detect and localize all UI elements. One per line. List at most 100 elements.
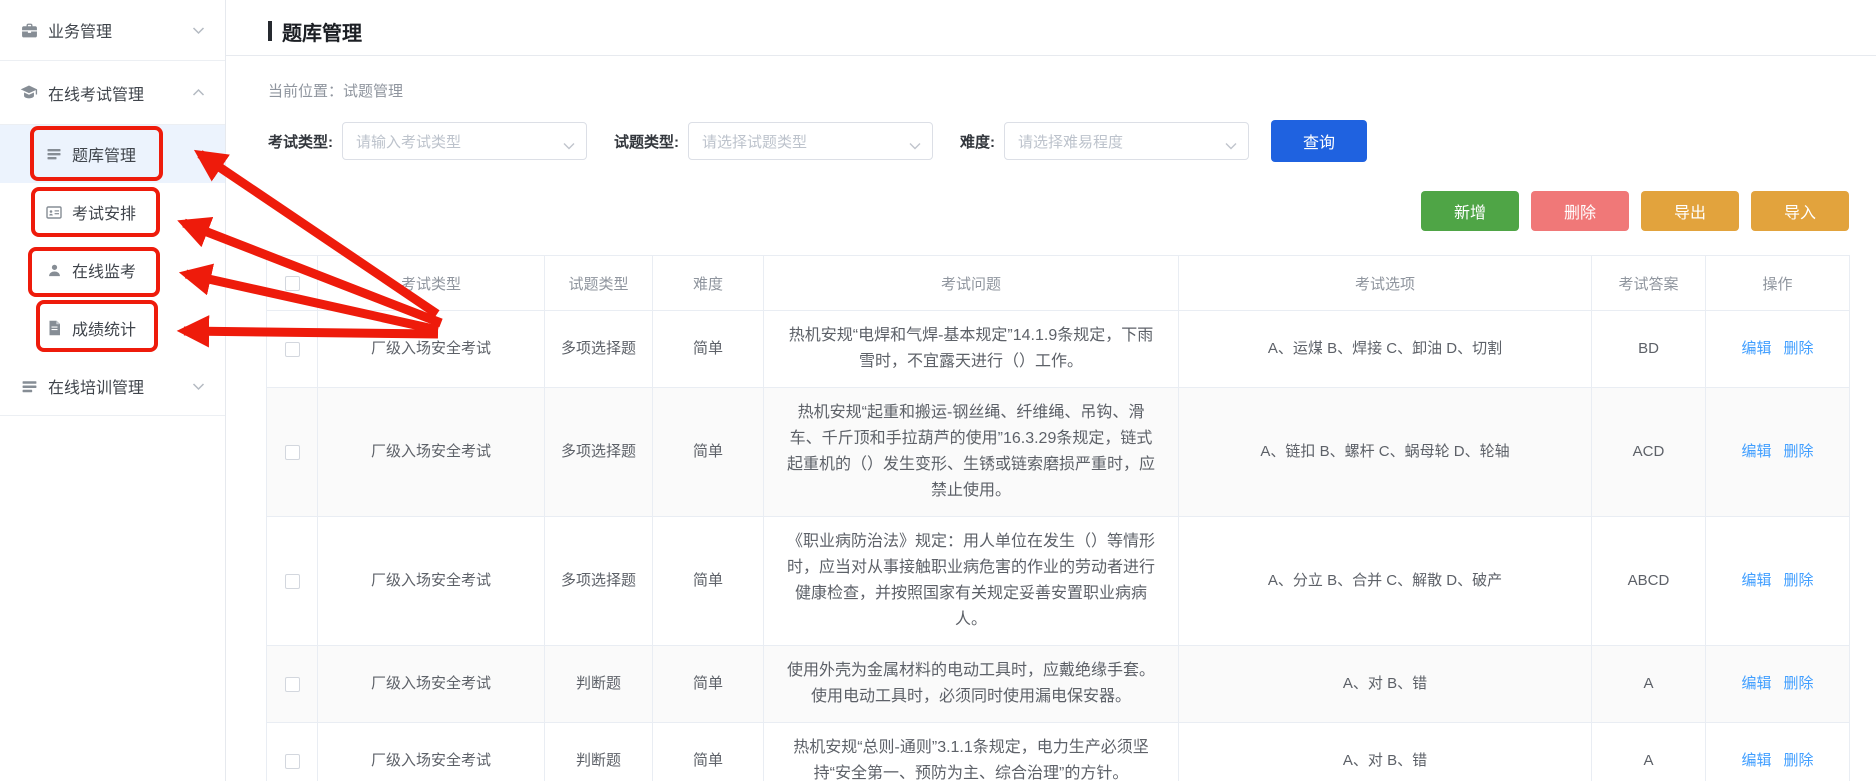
- table-row: 厂级入场安全考试多项选择题简单热机安规“电焊和气焊-基本规定”14.1.9条规定…: [267, 311, 1850, 388]
- cell-answer: A: [1592, 646, 1706, 723]
- exam-type-select[interactable]: 请输入考试类型: [342, 122, 587, 160]
- list-icon: [46, 146, 62, 162]
- cell-actions: 编辑删除: [1706, 311, 1850, 388]
- sidebar-item-exam-schedule[interactable]: 考试安排: [0, 183, 225, 241]
- difficulty-label: 难度:: [960, 131, 995, 152]
- cell-options: A、链扣 B、螺杆 C、蜗母轮 D、轮轴: [1179, 388, 1592, 517]
- row-checkbox[interactable]: [285, 342, 300, 357]
- row-checkbox-cell: [267, 517, 318, 646]
- exam-type-label: 考试类型:: [268, 131, 333, 152]
- cell-actions: 编辑删除: [1706, 723, 1850, 781]
- cell-actions: 编辑删除: [1706, 646, 1850, 723]
- import-button[interactable]: 导入: [1751, 191, 1849, 231]
- cell-exam-type: 厂级入场安全考试: [318, 646, 545, 723]
- document-icon: [46, 320, 62, 336]
- cell-answer: A: [1592, 723, 1706, 781]
- column-header: 考试选项: [1179, 256, 1592, 311]
- row-delete-link[interactable]: 删除: [1784, 443, 1814, 460]
- sidebar-item-business-management[interactable]: 业务管理: [0, 0, 225, 60]
- row-delete-link[interactable]: 删除: [1784, 752, 1814, 769]
- cell-options: A、对 B、错: [1179, 646, 1592, 723]
- cell-options: A、分立 B、合并 C、解散 D、破产: [1179, 517, 1592, 646]
- row-delete-link[interactable]: 删除: [1784, 572, 1814, 589]
- sidebar-item-online-proctoring[interactable]: 在线监考: [0, 241, 225, 299]
- table-row: 厂级入场安全考试判断题简单热机安规“总则-通则”3.1.1条规定，电力生产必须坚…: [267, 723, 1850, 781]
- column-header: 操作: [1706, 256, 1850, 311]
- select-all-checkbox[interactable]: [285, 276, 300, 291]
- cell-exam-type: 厂级入场安全考试: [318, 311, 545, 388]
- sidebar-item-online-exam-management[interactable]: 在线考试管理: [0, 61, 225, 124]
- question-bank-management-page: 业务管理 在线考试管理 题库管理 考试安排: [0, 0, 1876, 781]
- search-button[interactable]: 查询: [1271, 120, 1367, 162]
- sidebar-item-label: 成绩统计: [72, 316, 136, 340]
- title-accent-bar: [268, 21, 272, 41]
- row-checkbox-cell: [267, 646, 318, 723]
- cell-exam-type: 厂级入场安全考试: [318, 388, 545, 517]
- page-title-row: 题库管理: [226, 0, 1876, 45]
- table-row: 厂级入场安全考试判断题简单使用外壳为金属材料的电动工具时，应戴绝缘手套。使用电动…: [267, 646, 1850, 723]
- sidebar-item-label: 在线考试管理: [48, 81, 144, 105]
- difficulty-select[interactable]: 请选择难易程度: [1004, 122, 1249, 160]
- cell-question: 《职业病防治法》规定：用人单位在发生（）等情形时，应当对从事接触职业病危害的作业…: [764, 517, 1179, 646]
- row-checkbox[interactable]: [285, 677, 300, 692]
- cell-actions: 编辑删除: [1706, 517, 1850, 646]
- exam-type-placeholder: 请输入考试类型: [356, 131, 461, 152]
- row-checkbox-cell: [267, 723, 318, 781]
- question-type-select[interactable]: 请选择试题类型: [688, 122, 933, 160]
- delete-button[interactable]: 删除: [1531, 191, 1629, 231]
- chevron-down-icon: [909, 137, 921, 155]
- row-checkbox[interactable]: [285, 445, 300, 460]
- breadcrumb: 当前位置：试题管理: [268, 80, 1876, 98]
- sidebar-item-label: 在线监考: [72, 258, 136, 282]
- sidebar-item-score-statistics[interactable]: 成绩统计: [0, 299, 225, 357]
- table-row: 厂级入场安全考试多项选择题简单热机安规“起重和搬运-钢丝绳、纤维绳、吊钩、滑车、…: [267, 388, 1850, 517]
- row-checkbox-cell: [267, 388, 318, 517]
- cell-actions: 编辑删除: [1706, 388, 1850, 517]
- graduation-cap-icon: [20, 84, 38, 102]
- sidebar-item-online-training-management[interactable]: 在线培训管理: [0, 357, 225, 415]
- chevron-down-icon: [192, 382, 205, 391]
- briefcase-icon: [20, 21, 38, 39]
- row-checkbox-cell: [267, 311, 318, 388]
- select-all-header-cell: [267, 256, 318, 311]
- row-edit-link[interactable]: 编辑: [1741, 572, 1771, 589]
- row-edit-link[interactable]: 编辑: [1741, 340, 1771, 357]
- cell-answer: ACD: [1592, 388, 1706, 517]
- chevron-down-icon: [1225, 137, 1237, 155]
- sidebar-item-question-bank[interactable]: 题库管理: [0, 125, 225, 183]
- cell-answer: ABCD: [1592, 517, 1706, 646]
- sidebar-item-label: 在线培训管理: [48, 374, 144, 398]
- row-checkbox[interactable]: [285, 574, 300, 589]
- question-type-placeholder: 请选择试题类型: [702, 131, 807, 152]
- table-header-row: 考试类型试题类型难度考试问题考试选项考试答案操作: [267, 256, 1850, 311]
- question-type-label: 试题类型:: [614, 131, 679, 152]
- question-table-wrapper: 考试类型试题类型难度考试问题考试选项考试答案操作 厂级入场安全考试多项选择题简单…: [266, 255, 1849, 781]
- chevron-down-icon: [192, 26, 205, 35]
- sidebar-item-label: 题库管理: [72, 142, 136, 166]
- title-divider: [226, 55, 1876, 56]
- sidebar-item-label: 考试安排: [72, 200, 136, 224]
- cell-difficulty: 简单: [653, 311, 764, 388]
- cell-difficulty: 简单: [653, 646, 764, 723]
- row-delete-link[interactable]: 删除: [1784, 675, 1814, 692]
- actions-row: 新增 删除 导出 导入: [226, 191, 1849, 231]
- question-table: 考试类型试题类型难度考试问题考试选项考试答案操作 厂级入场安全考试多项选择题简单…: [266, 255, 1850, 781]
- row-edit-link[interactable]: 编辑: [1741, 752, 1771, 769]
- sidebar: 业务管理 在线考试管理 题库管理 考试安排: [0, 0, 226, 781]
- cell-question-type: 判断题: [545, 646, 653, 723]
- export-button[interactable]: 导出: [1641, 191, 1739, 231]
- list-icon: [20, 377, 38, 395]
- column-header: 考试类型: [318, 256, 545, 311]
- cell-difficulty: 简单: [653, 723, 764, 781]
- row-edit-link[interactable]: 编辑: [1741, 443, 1771, 460]
- table-row: 厂级入场安全考试多项选择题简单《职业病防治法》规定：用人单位在发生（）等情形时，…: [267, 517, 1850, 646]
- id-card-icon: [46, 204, 62, 220]
- cell-question-type: 多项选择题: [545, 517, 653, 646]
- cell-answer: BD: [1592, 311, 1706, 388]
- cell-question: 热机安规“起重和搬运-钢丝绳、纤维绳、吊钩、滑车、千斤顶和手拉葫芦的使用”16.…: [764, 388, 1179, 517]
- row-delete-link[interactable]: 删除: [1784, 340, 1814, 357]
- row-checkbox[interactable]: [285, 754, 300, 769]
- row-edit-link[interactable]: 编辑: [1741, 675, 1771, 692]
- column-header: 试题类型: [545, 256, 653, 311]
- add-button[interactable]: 新增: [1421, 191, 1519, 231]
